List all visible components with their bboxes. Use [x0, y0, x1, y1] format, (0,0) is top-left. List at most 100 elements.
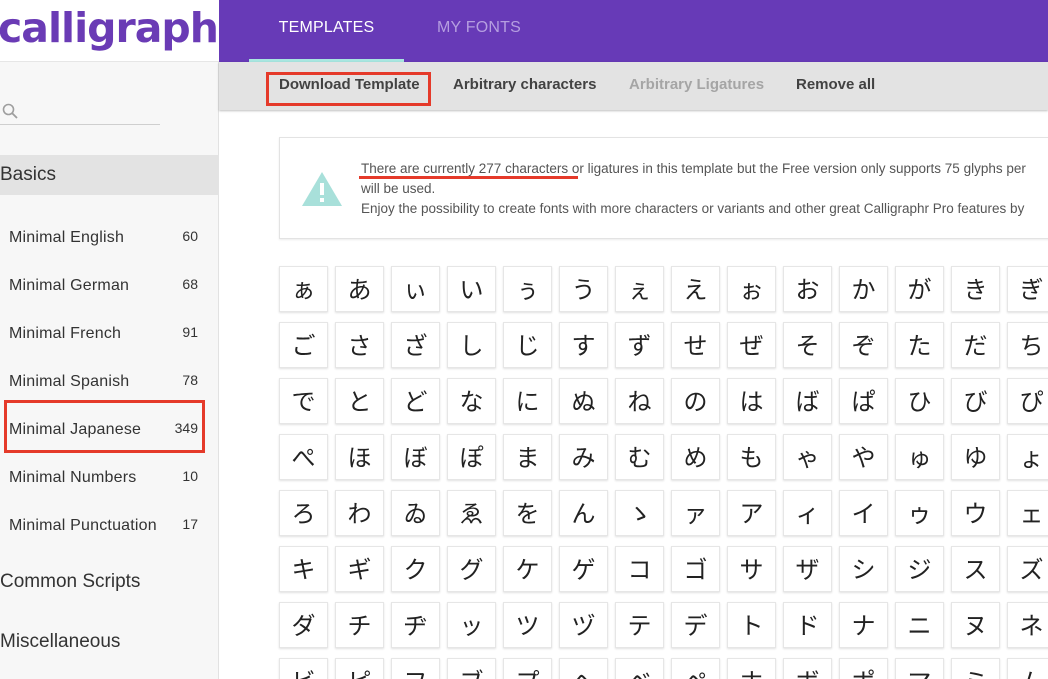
- glyph-cell[interactable]: び: [951, 378, 1000, 424]
- glyph-cell[interactable]: は: [727, 378, 776, 424]
- glyph-cell[interactable]: う: [559, 266, 608, 312]
- glyph-cell[interactable]: と: [335, 378, 384, 424]
- glyph-cell[interactable]: シ: [839, 546, 888, 592]
- sidebar-item-minimal-punctuation[interactable]: Minimal Punctuation 17: [0, 502, 219, 550]
- glyph-cell[interactable]: ぜ: [727, 322, 776, 368]
- glyph-cell[interactable]: マ: [895, 658, 944, 679]
- glyph-cell[interactable]: わ: [335, 490, 384, 536]
- glyph-cell[interactable]: フ: [391, 658, 440, 679]
- glyph-cell[interactable]: チ: [335, 602, 384, 648]
- glyph-cell[interactable]: ケ: [503, 546, 552, 592]
- glyph-cell[interactable]: ズ: [1007, 546, 1048, 592]
- glyph-cell[interactable]: ぴ: [1007, 378, 1048, 424]
- glyph-cell[interactable]: ツ: [503, 602, 552, 648]
- glyph-cell[interactable]: ゅ: [895, 434, 944, 480]
- category-common-scripts[interactable]: Common Scripts: [0, 571, 140, 593]
- glyph-cell[interactable]: ピ: [335, 658, 384, 679]
- glyph-cell[interactable]: プ: [503, 658, 552, 679]
- glyph-cell[interactable]: む: [615, 434, 664, 480]
- glyph-cell[interactable]: ボ: [783, 658, 832, 679]
- glyph-cell[interactable]: ブ: [447, 658, 496, 679]
- glyph-cell[interactable]: せ: [671, 322, 720, 368]
- glyph-cell[interactable]: ネ: [1007, 602, 1048, 648]
- glyph-cell[interactable]: ゃ: [783, 434, 832, 480]
- glyph-cell[interactable]: か: [839, 266, 888, 312]
- glyph-cell[interactable]: ダ: [279, 602, 328, 648]
- glyph-cell[interactable]: ゲ: [559, 546, 608, 592]
- glyph-cell[interactable]: ひ: [895, 378, 944, 424]
- glyph-cell[interactable]: じ: [503, 322, 552, 368]
- sidebar-item-minimal-french[interactable]: Minimal French 91: [0, 310, 219, 358]
- glyph-cell[interactable]: で: [279, 378, 328, 424]
- glyph-cell[interactable]: ず: [615, 322, 664, 368]
- glyph-cell[interactable]: ト: [727, 602, 776, 648]
- arbitrary-ligatures-button[interactable]: Arbitrary Ligatures: [629, 76, 764, 93]
- glyph-cell[interactable]: め: [671, 434, 720, 480]
- glyph-cell[interactable]: た: [895, 322, 944, 368]
- glyph-cell[interactable]: サ: [727, 546, 776, 592]
- sidebar-item-minimal-numbers[interactable]: Minimal Numbers 10: [0, 454, 219, 502]
- glyph-cell[interactable]: ジ: [895, 546, 944, 592]
- glyph-cell[interactable]: ッ: [447, 602, 496, 648]
- glyph-cell[interactable]: ぺ: [279, 434, 328, 480]
- glyph-cell[interactable]: ク: [391, 546, 440, 592]
- glyph-cell[interactable]: ァ: [671, 490, 720, 536]
- glyph-cell[interactable]: が: [895, 266, 944, 312]
- glyph-cell[interactable]: ス: [951, 546, 1000, 592]
- glyph-cell[interactable]: コ: [615, 546, 664, 592]
- glyph-cell[interactable]: ぼ: [391, 434, 440, 480]
- glyph-cell[interactable]: ほ: [335, 434, 384, 480]
- glyph-cell[interactable]: ぎ: [1007, 266, 1048, 312]
- remove-all-button[interactable]: Remove all: [796, 76, 875, 93]
- glyph-cell[interactable]: ぉ: [727, 266, 776, 312]
- glyph-cell[interactable]: な: [447, 378, 496, 424]
- arbitrary-characters-button[interactable]: Arbitrary characters: [453, 76, 596, 93]
- glyph-cell[interactable]: グ: [447, 546, 496, 592]
- glyph-cell[interactable]: お: [783, 266, 832, 312]
- glyph-cell[interactable]: キ: [279, 546, 328, 592]
- glyph-cell[interactable]: ご: [279, 322, 328, 368]
- glyph-cell[interactable]: ニ: [895, 602, 944, 648]
- glyph-cell[interactable]: ね: [615, 378, 664, 424]
- glyph-cell[interactable]: ろ: [279, 490, 328, 536]
- search-input[interactable]: [0, 98, 160, 125]
- glyph-cell[interactable]: ィ: [783, 490, 832, 536]
- glyph-cell[interactable]: ゆ: [951, 434, 1000, 480]
- glyph-cell[interactable]: ざ: [391, 322, 440, 368]
- glyph-cell[interactable]: ベ: [615, 658, 664, 679]
- glyph-cell[interactable]: ホ: [727, 658, 776, 679]
- logo-area[interactable]: calligraphr: [0, 0, 238, 62]
- glyph-cell[interactable]: ゐ: [391, 490, 440, 536]
- glyph-cell[interactable]: に: [503, 378, 552, 424]
- glyph-cell[interactable]: も: [727, 434, 776, 480]
- glyph-cell[interactable]: あ: [335, 266, 384, 312]
- glyph-cell[interactable]: ぱ: [839, 378, 888, 424]
- glyph-cell[interactable]: ぁ: [279, 266, 328, 312]
- glyph-cell[interactable]: そ: [783, 322, 832, 368]
- glyph-cell[interactable]: さ: [335, 322, 384, 368]
- glyph-cell[interactable]: ぞ: [839, 322, 888, 368]
- glyph-cell[interactable]: ん: [559, 490, 608, 536]
- glyph-cell[interactable]: ゑ: [447, 490, 496, 536]
- glyph-cell[interactable]: ど: [391, 378, 440, 424]
- glyph-cell[interactable]: ェ: [1007, 490, 1048, 536]
- glyph-cell[interactable]: ぬ: [559, 378, 608, 424]
- glyph-cell[interactable]: す: [559, 322, 608, 368]
- glyph-cell[interactable]: の: [671, 378, 720, 424]
- glyph-cell[interactable]: ゴ: [671, 546, 720, 592]
- glyph-cell[interactable]: ぅ: [503, 266, 552, 312]
- glyph-cell[interactable]: ア: [727, 490, 776, 536]
- glyph-cell[interactable]: ド: [783, 602, 832, 648]
- glyph-cell[interactable]: み: [559, 434, 608, 480]
- glyph-cell[interactable]: ゝ: [615, 490, 664, 536]
- sidebar-item-minimal-spanish[interactable]: Minimal Spanish 78: [0, 358, 219, 406]
- glyph-cell[interactable]: ナ: [839, 602, 888, 648]
- category-miscellaneous[interactable]: Miscellaneous: [0, 631, 120, 653]
- glyph-cell[interactable]: ぇ: [615, 266, 664, 312]
- glyph-cell[interactable]: ポ: [839, 658, 888, 679]
- glyph-cell[interactable]: ミ: [951, 658, 1000, 679]
- glyph-cell[interactable]: い: [447, 266, 496, 312]
- glyph-cell[interactable]: ビ: [279, 658, 328, 679]
- glyph-cell[interactable]: ヂ: [391, 602, 440, 648]
- glyph-cell[interactable]: を: [503, 490, 552, 536]
